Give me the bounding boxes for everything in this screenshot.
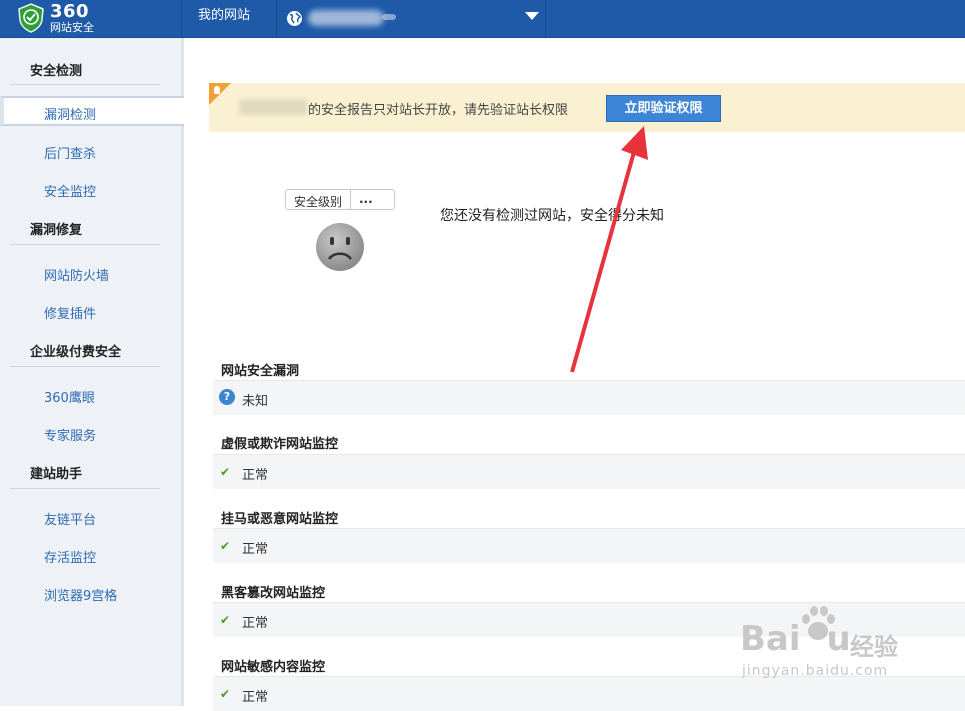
sidebar-item-backdoor[interactable]: 后门查杀 xyxy=(44,143,96,162)
sidebar-item-label: 漏洞检测 xyxy=(44,108,97,123)
sidebar-item-firewall[interactable]: 网站防火墙 xyxy=(44,265,109,284)
sidebar-item-monitor[interactable]: 安全监控 xyxy=(44,181,96,200)
site-name-blurred xyxy=(308,10,384,26)
watermark-cn: 经验 xyxy=(850,633,898,661)
sidebar-section-title: 安全检测 xyxy=(30,64,83,79)
security-level-label: 安全级别 xyxy=(294,195,343,209)
check-icon: ✔ xyxy=(220,539,231,553)
logo-number: 360 xyxy=(50,1,90,22)
section-divider xyxy=(10,84,160,85)
check-status: 未知 xyxy=(242,394,269,409)
top-bar: 360 网站安全 我的网站 xyxy=(0,0,965,38)
sidebar-item-eagle-eye[interactable]: 360鹰眼 xyxy=(44,387,95,406)
chevron-down-icon[interactable] xyxy=(525,12,539,20)
check-icon: ✔ xyxy=(220,465,231,479)
sad-face-icon xyxy=(316,223,364,271)
check-status-row: ✔ 正常 xyxy=(213,528,965,563)
divider xyxy=(545,0,546,37)
check-status: 正常 xyxy=(242,468,269,483)
shield-logo-icon xyxy=(18,3,44,33)
logo[interactable]: 360 网站安全 xyxy=(16,2,94,34)
check-status: 正常 xyxy=(242,690,269,705)
verify-notice: 的安全报告只对站长开放，请先验证站长权限 立即验证权限 xyxy=(209,83,965,132)
watermark-url: jingyan.baidu.com xyxy=(742,663,889,679)
divider xyxy=(350,190,351,209)
globe-icon xyxy=(287,10,302,26)
check-title: 黑客篡改网站监控 xyxy=(221,586,326,601)
sidebar-section-title: 漏洞修复 xyxy=(30,223,83,238)
check-title: 虚假或欺诈网站监控 xyxy=(221,437,339,452)
notice-text: 的安全报告只对站长开放，请先验证站长权限 xyxy=(308,103,569,118)
sidebar: 安全检测 漏洞检测 后门查杀 安全监控 漏洞修复 网站防火墙 修复插件 企业级付… xyxy=(0,38,184,706)
watermark-brand: Bai u xyxy=(740,619,851,659)
check-icon: ✔ xyxy=(220,613,231,627)
check-title: 网站安全漏洞 xyxy=(221,364,300,379)
check-icon: ✔ xyxy=(220,687,231,701)
baidu-watermark: Bai u 经验 jingyan.baidu.com xyxy=(740,603,960,683)
site-name-blurred xyxy=(382,14,396,20)
site-selector[interactable] xyxy=(286,8,546,28)
check-status-row: ✔ 正常 xyxy=(213,454,965,489)
score-message: 您还没有检测过网站，安全得分未知 xyxy=(440,208,664,224)
section-divider xyxy=(10,488,160,489)
divider xyxy=(276,0,277,37)
check-status: 正常 xyxy=(242,616,269,631)
sidebar-item-browser-grid[interactable]: 浏览器9宫格 xyxy=(44,585,117,604)
section-divider xyxy=(10,244,160,245)
check-status-row: ? 未知 xyxy=(213,380,965,415)
verify-owner-button[interactable]: 立即验证权限 xyxy=(606,95,721,122)
logo-subtitle: 网站安全 xyxy=(50,21,94,34)
sidebar-item-fix-plugin[interactable]: 修复插件 xyxy=(44,303,96,322)
sidebar-item-uptime[interactable]: 存活监控 xyxy=(44,547,96,566)
security-level-value: ... xyxy=(359,192,373,206)
sidebar-section-title: 企业级付费安全 xyxy=(30,345,122,360)
site-name-blurred xyxy=(239,99,307,115)
my-sites-link[interactable]: 我的网站 xyxy=(198,0,250,37)
lightbulb-icon xyxy=(214,86,220,94)
sidebar-item-vuln-scan[interactable]: 漏洞检测 xyxy=(0,96,184,126)
check-title: 挂马或恶意网站监控 xyxy=(221,512,339,527)
notice-corner xyxy=(209,83,231,105)
section-divider xyxy=(10,366,160,367)
divider xyxy=(181,0,182,37)
security-level-badge: 安全级别 ... xyxy=(285,189,395,210)
check-title: 网站敏感内容监控 xyxy=(221,660,326,675)
check-status: 正常 xyxy=(242,542,269,557)
sidebar-item-expert[interactable]: 专家服务 xyxy=(44,425,96,444)
sidebar-item-links[interactable]: 友链平台 xyxy=(44,509,96,528)
question-icon: ? xyxy=(219,389,235,405)
sidebar-section-title: 建站助手 xyxy=(30,467,83,482)
